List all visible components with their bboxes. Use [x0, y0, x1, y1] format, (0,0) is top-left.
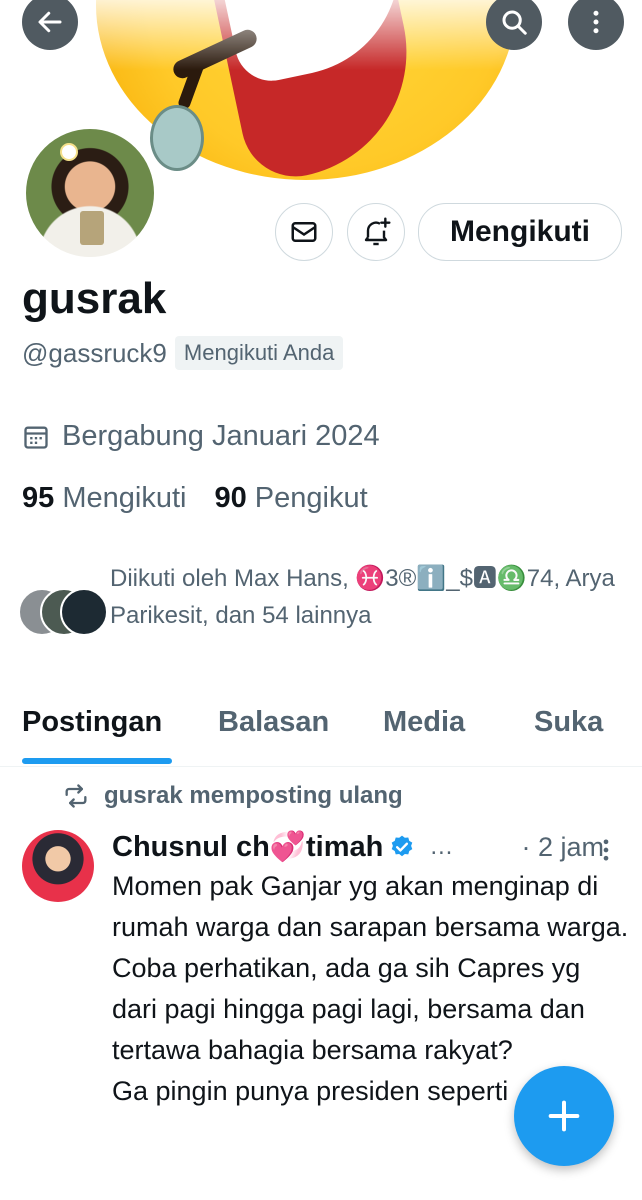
followed-by-section[interactable]: Diikuti oleh Max Hans, ♓3®ℹ️_$🅰♎74, Arya… [14, 560, 634, 670]
joined-row: Bergabung Januari 2024 [22, 420, 380, 453]
bell-plus-icon [364, 217, 391, 246]
tab-replies[interactable]: Balasan [218, 706, 329, 739]
handle-row: @gassruck9 Mengikuti Anda [22, 336, 344, 370]
profile-name: gusrak [22, 274, 167, 323]
followers-count: 90 [214, 482, 247, 514]
post-author-avatar[interactable] [22, 830, 94, 902]
joined-date: Bergabung Januari 2024 [62, 420, 380, 452]
author-truncation: … [429, 833, 454, 860]
notification-bell-button[interactable] [347, 203, 405, 261]
post-more-icon[interactable] [596, 836, 616, 864]
envelope-icon [291, 222, 317, 242]
mutual-avatar [60, 588, 108, 636]
following-label: Mengikuti [62, 482, 187, 514]
avatar-phone [80, 211, 104, 245]
follow-stats: 95 Mengikuti 90 Pengikut [22, 482, 368, 515]
more-vertical-icon [593, 10, 599, 34]
post-time[interactable]: · 2 jam [521, 832, 604, 863]
avatar-flower [60, 143, 78, 161]
post-author-name[interactable]: Chusnul ch💞timah [112, 830, 383, 864]
arrow-left-icon [38, 11, 62, 33]
banner-fade [0, 0, 642, 70]
profile-avatar[interactable] [22, 125, 158, 261]
repost-label: gusrak memposting ulang [104, 782, 403, 809]
following-count: 95 [22, 482, 55, 514]
follows-you-badge: Mengikuti Anda [174, 336, 344, 370]
compose-post-button[interactable] [514, 1066, 614, 1166]
followed-by-text: Diikuti oleh Max Hans, ♓3®ℹ️_$🅰♎74, Arya… [110, 565, 615, 629]
calendar-icon [24, 426, 48, 449]
banner-emoji-tear [150, 105, 204, 171]
repost-indicator[interactable]: gusrak memposting ulang [62, 782, 403, 810]
post-header: Chusnul ch💞timah … · 2 jam [112, 830, 632, 864]
message-button[interactable] [275, 203, 333, 261]
search-icon [502, 10, 527, 35]
repost-icon [65, 784, 87, 808]
following-button[interactable]: Mengikuti [418, 203, 622, 261]
followers-stat[interactable]: 90 Pengikut [214, 482, 367, 515]
active-tab-indicator [22, 758, 172, 764]
verified-badge-icon [392, 835, 413, 857]
profile-handle: @gassruck9 [22, 337, 167, 368]
following-stat[interactable]: 95 Mengikuti [22, 482, 186, 515]
plus-icon [548, 1100, 580, 1132]
tab-posts[interactable]: Postingan [22, 706, 162, 739]
followers-label: Pengikut [254, 482, 368, 514]
profile-tabs: Postingan Balasan Media Suka [0, 700, 642, 767]
tab-media[interactable]: Media [383, 706, 465, 739]
tab-likes[interactable]: Suka [534, 706, 603, 739]
